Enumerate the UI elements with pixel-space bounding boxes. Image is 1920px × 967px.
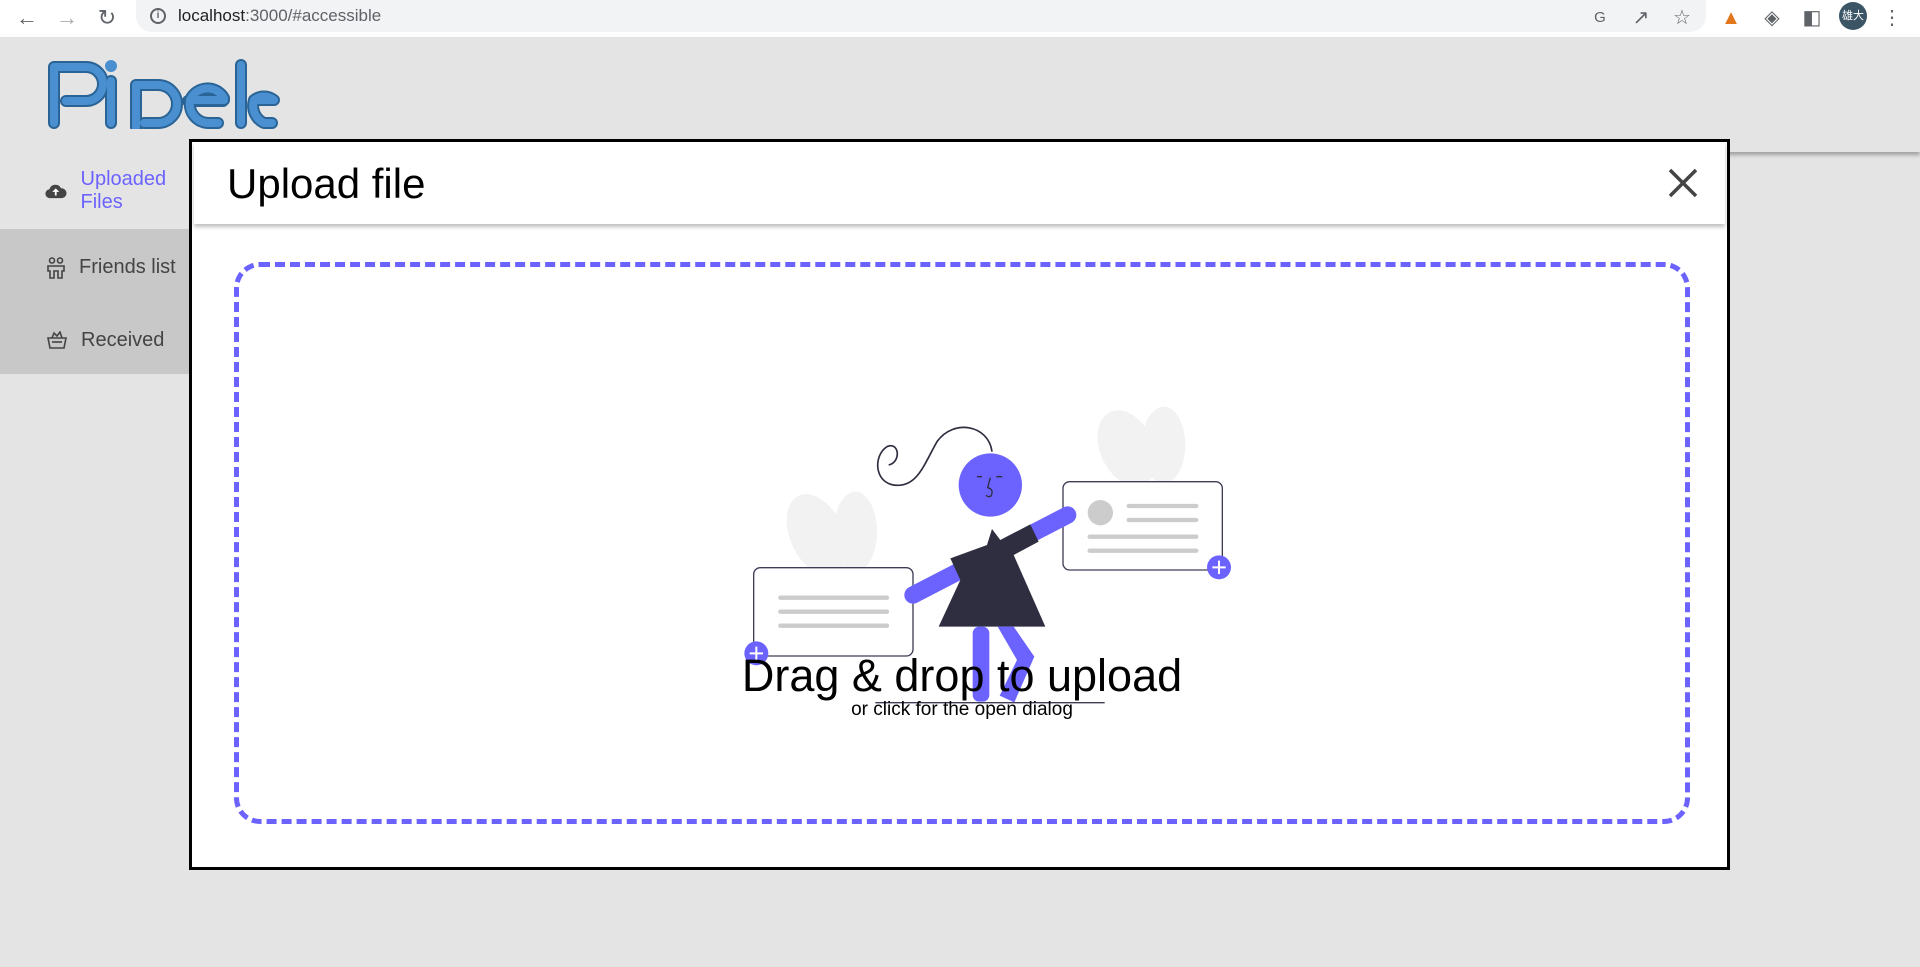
upload-modal: Upload file Drag & drop to upload or cli… — [189, 139, 1730, 870]
sidebar-item-uploaded-files[interactable]: Uploaded Files — [0, 152, 200, 229]
translate-icon[interactable]: G — [1588, 6, 1612, 30]
reload-icon[interactable]: ↻ — [94, 5, 120, 31]
sidebar-item-label: Friends list — [79, 256, 176, 278]
forward-icon[interactable]: → — [54, 5, 80, 31]
basket-icon — [47, 331, 67, 349]
side-panel-icon[interactable]: ◧ — [1800, 6, 1824, 30]
avatar[interactable]: 雄大 — [1839, 2, 1867, 30]
extensions-icon[interactable]: ◈ — [1760, 6, 1784, 30]
modal-header: Upload file — [194, 142, 1725, 224]
logo[interactable] — [48, 57, 280, 129]
app-header — [0, 37, 1920, 152]
dropzone-title: Drag & drop to upload — [741, 650, 1183, 701]
sidebar-item-received[interactable]: Received — [0, 306, 200, 374]
dropzone[interactable]: Drag & drop to upload or click for the o… — [234, 262, 1690, 824]
info-icon[interactable]: i — [150, 8, 166, 24]
back-icon[interactable]: ← — [14, 5, 40, 31]
sidebar: Uploaded Files Friends list Received — [0, 152, 200, 374]
sidebar-item-label: Uploaded Files — [80, 167, 167, 213]
star-icon[interactable]: ☆ — [1670, 6, 1694, 30]
modal-title: Upload file — [227, 160, 426, 207]
cloud-upload-icon — [45, 184, 67, 198]
sidebar-item-label: Received — [81, 328, 165, 351]
metamask-icon[interactable]: ▲ — [1719, 6, 1743, 30]
close-icon[interactable] — [1666, 166, 1700, 200]
url-text: localhost:3000/#accessible — [178, 6, 382, 25]
sidebar-item-friends-list[interactable]: Friends list — [0, 229, 200, 306]
friends-icon — [47, 256, 65, 279]
dropzone-subtitle: or click for the open dialog — [851, 699, 1073, 720]
share-icon[interactable]: ↗ — [1629, 6, 1653, 30]
menu-icon[interactable]: ⋮ — [1880, 6, 1904, 30]
browser-toolbar: ← → ↻ i localhost:3000/#accessible G ↗ ☆… — [0, 0, 1920, 37]
address-bar[interactable]: i localhost:3000/#accessible G ↗ ☆ — [136, 0, 1706, 32]
